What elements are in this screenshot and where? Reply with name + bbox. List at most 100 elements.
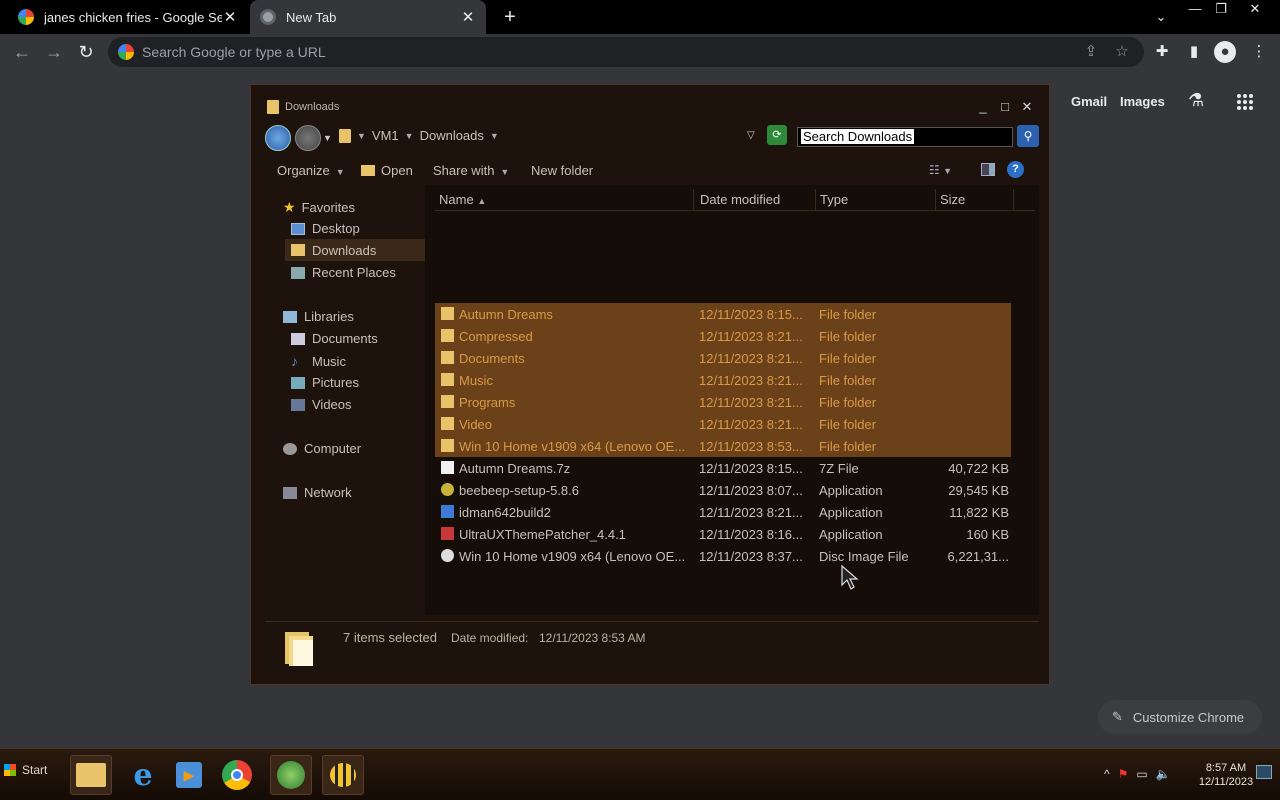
column-name[interactable]: Name ▲ — [439, 192, 486, 207]
back-icon[interactable]: ← — [10, 40, 34, 64]
file-row[interactable]: Programs 12/11/2023 8:21... File folder — [435, 391, 1011, 413]
music-icon: ♪ — [291, 353, 298, 369]
breadcrumb-downloads[interactable]: Downloads — [420, 128, 484, 143]
nav-documents[interactable]: Documents — [291, 331, 378, 346]
file-row[interactable]: Win 10 Home v1909 x64 (Lenovo OE... 12/11… — [435, 435, 1011, 457]
file-row[interactable]: idman642build2 12/11/2023 8:21... Applicat… — [435, 501, 1011, 523]
network-status-icon[interactable]: ▭ — [1136, 767, 1147, 781]
nav-favorites[interactable]: ★ Favorites — [283, 199, 355, 216]
libraries-icon — [283, 310, 297, 323]
apps-grid-icon[interactable] — [1236, 93, 1254, 111]
nav-music[interactable]: ♪ Music — [291, 353, 346, 369]
show-desktop-button[interactable] — [1256, 765, 1272, 779]
close-tab-icon[interactable]: ✕ — [460, 8, 476, 26]
forward-arrow-icon[interactable] — [295, 125, 321, 151]
reload-icon[interactable]: ↻ — [74, 40, 98, 64]
action-center-flag-icon[interactable]: ⚑ — [1118, 767, 1129, 781]
selection-count: 7 items selected — [343, 630, 437, 645]
labs-flask-icon[interactable]: ⚗ — [1188, 90, 1208, 112]
file-row[interactable]: Autumn Dreams.7z 12/11/2023 8:15... 7Z Fil… — [435, 457, 1011, 479]
refresh-icon[interactable]: ⟳ — [767, 125, 787, 145]
nav-downloads[interactable]: Downloads — [285, 239, 431, 261]
show-hidden-icons-icon[interactable]: ^ — [1104, 767, 1110, 781]
column-size[interactable]: Size — [940, 192, 965, 207]
customize-chrome-button[interactable]: ✎ Customize Chrome — [1098, 700, 1262, 734]
command-bar: Organize ▼ Open Share with ▼ New folder ☷ … — [265, 157, 1039, 185]
google-icon — [18, 9, 34, 25]
gmail-link[interactable]: Gmail — [1071, 94, 1107, 109]
start-button[interactable]: Start — [4, 763, 47, 777]
taskbar-chrome[interactable] — [216, 755, 258, 795]
taskbar-file-explorer[interactable] — [70, 755, 112, 795]
file-row[interactable]: UltraUXThemePatcher_4.4.1 12/11/2023 8:16… — [435, 523, 1011, 545]
tab-search-icon[interactable]: ⌄ — [1146, 8, 1176, 28]
nav-pictures[interactable]: Pictures — [291, 375, 359, 390]
file-row[interactable]: beebeep-setup-5.8.6 12/11/2023 8:07... App… — [435, 479, 1011, 501]
system-clock[interactable]: 8:57 AM 12/11/2023 — [1196, 761, 1256, 789]
open-button[interactable]: Open — [361, 163, 413, 178]
maximize-button[interactable]: □ — [995, 99, 1015, 117]
recent-pages-chevron-icon[interactable]: ▼ — [323, 133, 332, 143]
tab-google-search[interactable]: janes chicken fries - Google Search ✕ — [8, 0, 248, 34]
new-tab-button[interactable]: + — [498, 5, 522, 29]
address-history-chevron-icon[interactable]: ▽ — [747, 130, 755, 141]
minimize-button[interactable]: _ — [973, 99, 993, 117]
view-options-icon[interactable]: ☷ ▼ — [929, 163, 952, 177]
nav-computer[interactable]: Computer — [283, 441, 361, 456]
back-arrow-icon[interactable] — [265, 125, 291, 151]
chevron-down-icon[interactable]: ▼ — [405, 131, 414, 141]
menu-icon[interactable]: ⋮ — [1248, 41, 1270, 63]
close-window-button[interactable]: ✕ — [1240, 0, 1270, 20]
side-panel-icon[interactable]: ▮ — [1183, 41, 1205, 63]
downloads-folder-icon — [291, 244, 305, 256]
extensions-icon[interactable]: ✚ — [1151, 41, 1173, 63]
column-type[interactable]: Type — [820, 192, 848, 207]
folder-open-icon — [361, 165, 375, 176]
google-icon — [118, 44, 134, 60]
forward-icon[interactable]: → — [42, 40, 66, 64]
nav-desktop[interactable]: Desktop — [291, 221, 360, 236]
nav-libraries[interactable]: Libraries — [283, 309, 354, 324]
file-row[interactable]: Autumn Dreams 12/11/2023 8:15... File fold… — [435, 303, 1011, 325]
taskbar-beebeep[interactable] — [322, 755, 364, 795]
tab-new-tab[interactable]: New Tab ✕ — [250, 0, 486, 34]
file-row[interactable]: Video 12/11/2023 8:21... File folder — [435, 413, 1011, 435]
taskbar-media-player[interactable]: ▶ — [168, 755, 210, 795]
media-player-icon: ▶ — [176, 762, 202, 788]
file-row[interactable]: Compressed 12/11/2023 8:21... File folder — [435, 325, 1011, 347]
nav-network[interactable]: Network — [283, 485, 352, 500]
search-icon[interactable]: ⚲ — [1017, 125, 1039, 147]
chevron-down-icon[interactable]: ▼ — [490, 131, 499, 141]
share-icon[interactable]: ⇪ — [1080, 41, 1102, 63]
profile-icon[interactable]: ● — [1214, 41, 1236, 63]
file-row[interactable]: Music 12/11/2023 8:21... File folder — [435, 369, 1011, 391]
volume-muted-icon[interactable]: 🔈 — [1156, 767, 1171, 781]
folder-icon — [441, 373, 454, 386]
organize-button[interactable]: Organize ▼ — [277, 163, 345, 178]
images-link[interactable]: Images — [1120, 94, 1165, 109]
folder-icon — [441, 395, 454, 408]
file-row[interactable]: Win 10 Home v1909 x64 (Lenovo OE... 12/11… — [435, 545, 1011, 567]
taskbar-idm[interactable] — [270, 755, 312, 795]
new-folder-button[interactable]: New folder — [531, 163, 593, 178]
patcher-app-icon — [441, 527, 454, 540]
nav-videos[interactable]: Videos — [291, 397, 352, 412]
bookmark-star-icon[interactable]: ☆ — [1111, 41, 1133, 63]
breadcrumb-vm1[interactable]: VM1 — [372, 128, 399, 143]
documents-icon — [291, 332, 305, 345]
chevron-down-icon[interactable]: ▼ — [357, 131, 366, 141]
close-tab-icon[interactable]: ✕ — [222, 8, 238, 26]
share-with-button[interactable]: Share with ▼ — [433, 163, 509, 178]
close-button[interactable]: ✕ — [1017, 99, 1037, 117]
search-input[interactable]: Search Downloads — [797, 127, 1013, 147]
nav-recent-places[interactable]: Recent Places — [291, 265, 396, 280]
address-bar[interactable]: Search Google or type a URL — [108, 37, 1144, 67]
restore-button[interactable]: ❐ — [1206, 0, 1236, 20]
folder-icon — [76, 763, 106, 787]
file-row[interactable]: Documents 12/11/2023 8:21... File folder — [435, 347, 1011, 369]
column-date-modified[interactable]: Date modified — [700, 192, 780, 207]
taskbar-internet-explorer[interactable]: e — [122, 755, 164, 795]
preview-pane-icon[interactable] — [981, 163, 995, 176]
help-icon[interactable]: ? — [1007, 161, 1024, 178]
customize-label: Customize Chrome — [1132, 709, 1245, 725]
